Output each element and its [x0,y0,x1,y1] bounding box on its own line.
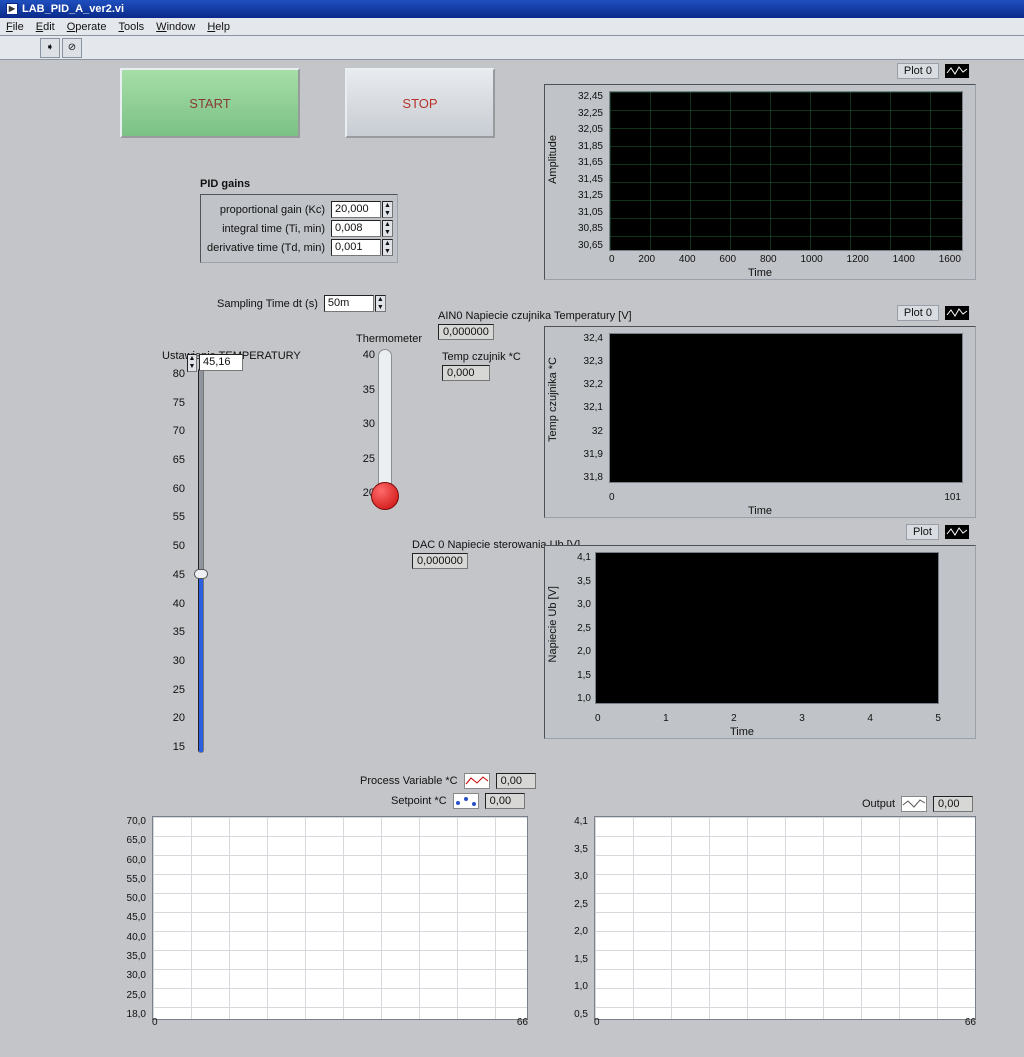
dac0-indicator: 0,000000 [412,553,468,569]
sampling-time-row: Sampling Time dt (s) 50m ▲▼ [217,295,386,312]
pid-ti-label: integral time (Ti, min) [205,223,325,235]
pid-kc-spinner[interactable]: ▲▼ [382,201,393,218]
pv-indicator: 0,00 [496,773,536,789]
abort-button-icon[interactable]: ⊘ [62,38,82,58]
slider-value-input[interactable]: 45,16 [199,354,243,371]
amplitude-legend-label: Plot 0 [897,63,939,79]
start-button[interactable]: START [120,68,300,138]
amplitude-legend-glyph-icon [945,64,969,78]
thermometer-label: Thermometer [356,333,422,345]
amplitude-chart: Plot 0 Amplitude 32,4532,2532,0531,8531,… [544,84,976,280]
pv-glyph [464,773,490,789]
sampling-spinner[interactable]: ▲▼ [375,295,386,312]
sampling-label: Sampling Time dt (s) [217,298,318,310]
amplitude-plot[interactable] [609,91,963,251]
temp-legend-label: Plot 0 [897,305,939,321]
temp-label: Temp czujnik *C [442,351,521,363]
thermometer-bulb-icon [371,482,399,510]
amplitude-ylabel: Amplitude [547,135,559,184]
pid-gains-title: PID gains [200,178,398,190]
title-bar: ▶ LAB_PID_A_ver2.vi [0,0,1024,18]
temp-ylabel: Temp czujnika *C [547,357,559,442]
front-panel: START STOP PID gains proportional gain (… [0,60,1024,1057]
sp-glyph [453,793,479,809]
toolbar: ➧ ⊘ [0,36,1024,60]
out-label: Output [862,798,895,810]
menu-bar: File Edit Operate Tools Window Help [0,18,1024,36]
menu-help[interactable]: Help [207,21,230,33]
temp-chart: Plot 0 Temp czujnika *C 32,432,332,232,1… [544,326,976,518]
pid-gains-cluster: PID gains proportional gain (Kc) 20,000 … [200,178,398,263]
pv-sp-chart: 70,065,060,055,050,045,040,035,030,025,0… [112,816,532,1042]
pid-ti-spinner[interactable]: ▲▼ [382,220,393,237]
ub-legend-glyph-icon [945,525,969,539]
thermometer: Thermometer 4035302520 [356,333,422,509]
thermometer-tube [378,349,392,489]
pid-row-td: derivative time (Td, min) 0,001 ▲▼ [205,239,393,256]
slider-scale: 8075706560555045403530252015 [162,368,188,753]
output-chart: 4,13,53,02,52,01,51,00,5 066 [560,816,980,1042]
run-button-icon[interactable]: ➧ [40,38,60,58]
ub-ylabel: Napiecie Ub [V] [547,586,559,662]
ain0-label: AIN0 Napiecie czujnika Temperatury [V] [438,310,632,322]
pid-kc-input[interactable]: 20,000 [331,201,381,218]
slider-thumb[interactable] [194,569,208,579]
stop-button[interactable]: STOP [345,68,495,138]
menu-file[interactable]: File [6,21,24,33]
slider-fill [199,574,203,752]
vi-icon: ▶ [6,3,18,15]
pid-td-spinner[interactable]: ▲▼ [382,239,393,256]
pv-sp-plot[interactable] [152,816,528,1020]
temp-indicator: 0,000 [442,365,490,381]
sampling-input[interactable]: 50m [324,295,374,312]
ub-xlabel: Time [509,726,975,738]
sp-indicator: 0,00 [485,793,525,809]
menu-window[interactable]: Window [156,21,195,33]
temp-field: Temp czujnik *C 0,000 [442,351,521,381]
ub-chart: Plot Napiecie Ub [V] 4,13,53,02,52,01,51… [544,545,976,739]
pid-ti-input[interactable]: 0,008 [331,220,381,237]
amplitude-xlabel: Time [545,267,975,279]
window-title: LAB_PID_A_ver2.vi [22,0,124,18]
ub-legend-label: Plot [906,524,939,540]
ub-plot[interactable] [595,552,939,704]
pid-row-kc: proportional gain (Kc) 20,000 ▲▼ [205,201,393,218]
out-glyph [901,796,927,812]
slider-value-spinner[interactable]: ▲▼ [187,354,197,372]
thermometer-scale: 4035302520 [356,349,378,499]
pv-label: Process Variable *C [360,775,458,787]
out-indicator: 0,00 [933,796,973,812]
pid-row-ti: integral time (Ti, min) 0,008 ▲▼ [205,220,393,237]
ain0-indicator: 0,000000 [438,324,494,340]
menu-edit[interactable]: Edit [36,21,55,33]
sp-label: Setpoint *C [391,795,447,807]
pid-kc-label: proportional gain (Kc) [205,204,325,216]
menu-operate[interactable]: Operate [67,21,107,33]
pid-td-label: derivative time (Td, min) [205,242,325,254]
temp-plot[interactable] [609,333,963,483]
temp-legend-glyph-icon [945,306,969,320]
output-plot[interactable] [594,816,976,1020]
pid-td-input[interactable]: 0,001 [331,239,381,256]
temperature-slider: Ustawienie TEMPERATURY 80757065605550454… [162,350,301,753]
slider-track[interactable] [198,368,204,753]
temp-xlabel: Time [545,505,975,517]
menu-tools[interactable]: Tools [118,21,144,33]
